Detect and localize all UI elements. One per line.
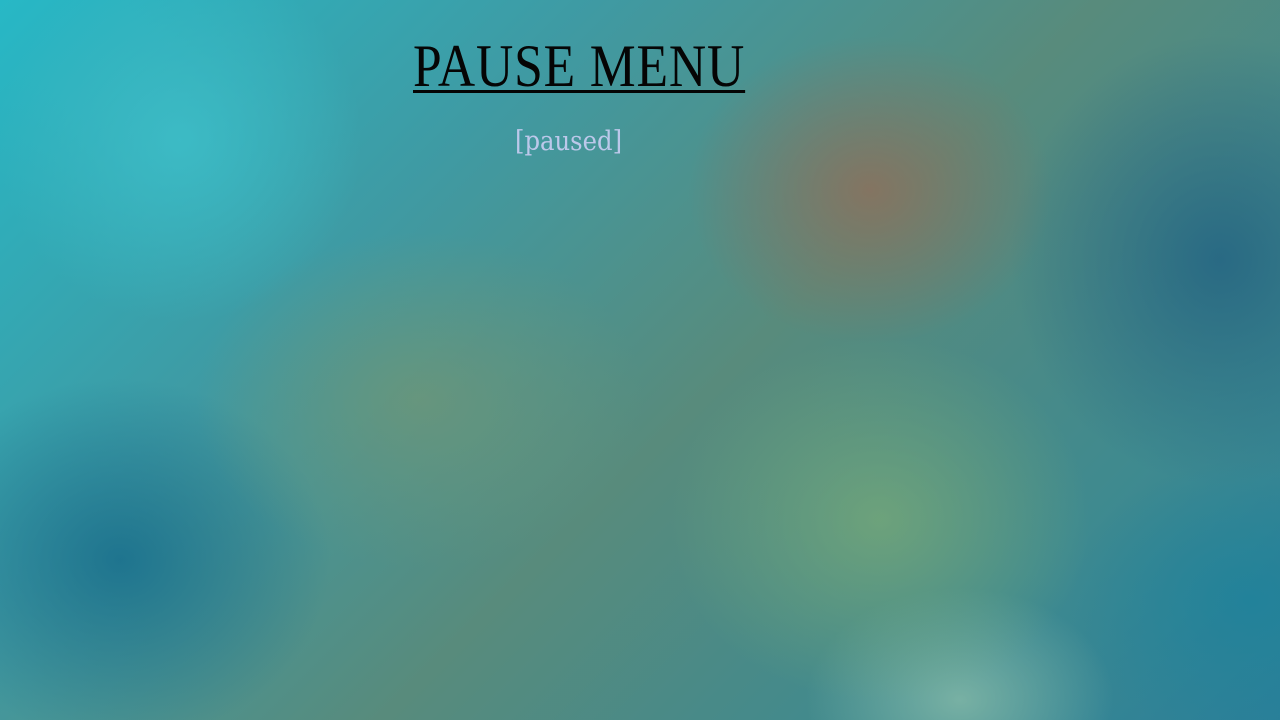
pause-menu: PAUSE MENU [paused] [413,33,763,157]
paused-status-label: [paused] [515,126,623,157]
blurred-game-background [0,0,1280,720]
pause-menu-title: PAUSE MENU [413,33,746,99]
